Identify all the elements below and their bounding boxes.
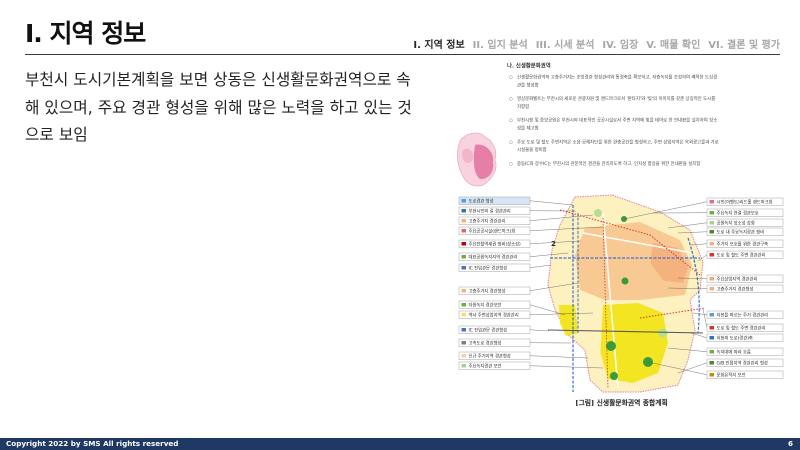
map-label-left: 부천시민의 길 경관관리 bbox=[458, 206, 577, 215]
leader-line bbox=[702, 308, 708, 328]
legend-swatch-icon bbox=[461, 313, 466, 317]
legend-swatch-icon bbox=[461, 289, 466, 293]
legend-swatch-icon bbox=[709, 200, 714, 204]
legend-swatch-icon bbox=[461, 199, 466, 203]
map-label-right: 도로 및 철도 주변 경관관리 bbox=[697, 250, 784, 262]
figure-document-text: 나. 신생활문화권역 신생활문화권역의 고층주거지는 조망경관 형성관리와 통경… bbox=[507, 63, 722, 174]
figure-bullet: 영상문화벨트는 부천시의 새로운 관광자원 및 랜드마크로서 '판타지'와 '빛… bbox=[509, 96, 719, 112]
legend-swatch-icon bbox=[709, 336, 714, 340]
nav-item-listing-check: V. 매물 확인 bbox=[646, 40, 701, 51]
legend-swatch-icon bbox=[461, 209, 466, 213]
map-label-left: IC 진입관문 경관형성 bbox=[458, 263, 552, 272]
park-green-space bbox=[610, 372, 618, 380]
figure-caption: [그림] 신생활문화권역 종합계획 bbox=[575, 399, 668, 407]
legend-swatch-icon bbox=[709, 211, 714, 215]
leader-line bbox=[692, 312, 708, 315]
figure-bullet: 신생활문화권역의 고층주거지는 조망경관 형성관리와 통경축을 확보하고, 저층… bbox=[509, 74, 719, 90]
body-line: 해 있으며, 주요 경관 형성을 위해 많은 노력을 하고 있는 것 bbox=[25, 97, 412, 117]
park-green-space bbox=[594, 209, 602, 217]
legend-swatch-icon bbox=[461, 219, 466, 223]
map-label-right: 하천의 도로(경관)축 bbox=[690, 332, 784, 342]
nav-item-site-visit: IV. 임장 bbox=[602, 40, 639, 51]
map-label-right: 하천을 따르는 주거 경관관리 bbox=[692, 310, 784, 319]
figure-bullet-list: 신생활문화권역의 고층주거지는 조망경관 형성관리와 통경축을 확보하고, 저층… bbox=[509, 74, 719, 168]
copyright-text: Copyright 2022 by SMS All rights reserve… bbox=[6, 439, 179, 448]
body-paragraph: 부천시 도시기본계획을 보면 상동은 신생활문화권역으로 속 해 있으며, 주요… bbox=[25, 66, 412, 149]
legend-swatch-icon bbox=[709, 221, 714, 225]
body-line: 부천시 도시기본계획을 보면 상동은 신생활문화권역으로 속 bbox=[25, 70, 411, 89]
nav-item-location-analysis: II. 입지 분석 bbox=[472, 40, 528, 51]
district-locator-map bbox=[457, 132, 497, 187]
map-label-right: 공원녹지 장소성 강화 bbox=[667, 218, 784, 229]
footer-bar: Copyright 2022 by SMS All rights reserve… bbox=[0, 438, 800, 450]
legend-swatch-icon bbox=[461, 364, 466, 368]
legend-swatch-icon bbox=[709, 361, 714, 365]
legend-swatch-icon bbox=[709, 253, 714, 257]
legend-swatch-icon bbox=[709, 230, 714, 234]
legend-swatch-icon bbox=[709, 277, 714, 281]
legend-swatch-icon bbox=[709, 373, 714, 377]
body-line: 으로 보임 bbox=[25, 125, 88, 144]
low-rise-zone bbox=[559, 305, 578, 336]
park-green-space bbox=[658, 328, 668, 338]
map-label-left: IC 진입관문 경관형성 bbox=[458, 325, 550, 334]
map-label-right: 도로 내 주요녹지경관 정비 bbox=[677, 227, 784, 236]
map-label-left: 고속도로 경관형성 bbox=[458, 338, 572, 347]
legend-swatch-icon bbox=[709, 287, 714, 291]
leader-line bbox=[529, 329, 550, 332]
page-number: 6 bbox=[787, 439, 793, 448]
legend-swatch-icon bbox=[461, 229, 466, 233]
header-divider bbox=[25, 54, 780, 55]
legend-swatch-icon bbox=[461, 303, 466, 307]
map-label-right: 주거지 보호를 위한 경관구축 bbox=[690, 239, 784, 248]
figure-bullet: 주요 도로 및 철도 주변지역은 소음·공해차단을 위한 완충공간을 형성하고,… bbox=[509, 139, 719, 155]
legend-swatch-icon bbox=[461, 255, 466, 259]
legend-swatch-icon bbox=[461, 242, 466, 246]
landscape-plan-map: 2 도로경관 형성부천시민의 길 경관관리고층주거지 경관관리주요공공시설(랜드… bbox=[458, 194, 784, 393]
nav-item-price-analysis: III. 시세 분석 bbox=[535, 40, 595, 51]
map-label-left: 신규 주거지역 경관형성 bbox=[458, 351, 589, 360]
leader-line bbox=[529, 355, 589, 359]
map-marker-number: 2 bbox=[551, 240, 556, 248]
plan-figure: 나. 신생활문화권역 신생활문화권역의 고층주거지는 조망경관 형성관리와 통경… bbox=[453, 60, 790, 416]
legend-swatch-icon bbox=[709, 313, 714, 317]
map-label-left: 도로경관 형성 bbox=[458, 196, 574, 206]
legend-swatch-icon bbox=[709, 326, 714, 330]
section-nav: I. 지역 정보 II. 입지 분석 III. 시세 분석 IV. 임장 V. … bbox=[413, 40, 780, 52]
legend-swatch-icon bbox=[461, 266, 466, 270]
legend-swatch-icon bbox=[461, 328, 466, 332]
park-green-space bbox=[621, 277, 629, 285]
nav-item-conclusion: VI. 결론 및 평가 bbox=[708, 40, 780, 51]
legend-swatch-icon bbox=[709, 350, 714, 354]
slide-title: I. 지역 정보 bbox=[25, 19, 146, 48]
leader-line bbox=[529, 264, 552, 268]
legend-swatch-icon bbox=[461, 354, 466, 358]
leader-line bbox=[529, 200, 574, 206]
map-label-right: 주요녹지 연결 경관보호 bbox=[652, 208, 784, 217]
legend-swatch-icon bbox=[461, 341, 466, 345]
legend-swatch-icon bbox=[709, 242, 714, 246]
park-green-space bbox=[606, 341, 616, 351]
map-label-left: 주요녹지경관 보전 bbox=[458, 361, 604, 370]
figure-section-heading: 나. 신생활문화권역 bbox=[507, 62, 551, 69]
nav-item-region-info: I. 지역 정보 bbox=[413, 40, 465, 51]
figure-bullet: 중동IC와 장수IC는 부천시의 관문적인 경관을 관리하도록 하고, 인지성 … bbox=[509, 160, 719, 168]
figure-bullet: 부천시청 및 중앙공원은 부천시의 대표적인 공공시설로서 주변 지역에 빛을 … bbox=[509, 117, 719, 133]
